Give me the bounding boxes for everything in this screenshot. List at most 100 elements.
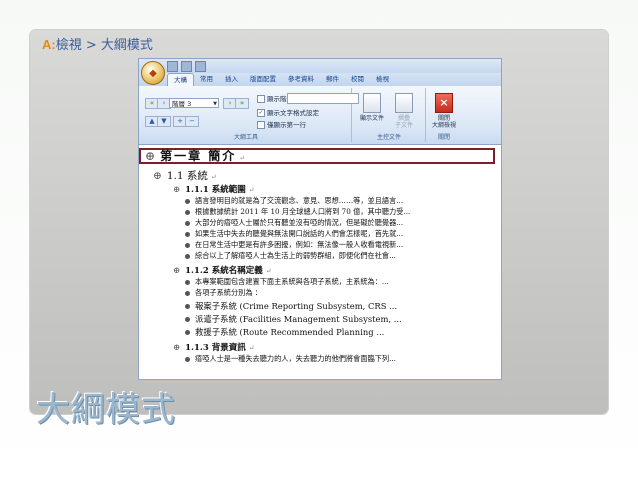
paragraph-mark-icon: ↵ <box>239 154 248 162</box>
bullet-icon <box>185 290 190 296</box>
section-heading[interactable]: ⊕ 1.1 系統 ↵ <box>153 168 217 183</box>
office-button[interactable]: ◆ <box>141 61 165 85</box>
move-down-button[interactable]: ▼ <box>157 116 171 127</box>
tab-review[interactable]: 校閱 <box>345 73 370 86</box>
tab-references[interactable]: 參考資料 <box>282 73 320 86</box>
collapse-label: 摺疊 <box>397 115 410 122</box>
plus-icon: + <box>177 117 183 125</box>
subsection-heading-text: 1.1.3 背景資訊 <box>185 343 246 353</box>
demote-to-body-button[interactable]: » <box>235 98 249 109</box>
tab-page-layout[interactable]: 版面配置 <box>244 73 282 86</box>
right-arrow-icon: › <box>228 99 232 107</box>
list-item[interactable]: 瘖啞人士是一種失去聽力的人，失去聽力的他們將會面臨下列... <box>185 354 396 364</box>
show-level-icon <box>257 95 265 103</box>
chevron-down-icon: ▼ <box>213 101 217 107</box>
list-item-text: 本專案範圍包含建置下面主系統與各項子系統，主系統為：... <box>195 277 389 286</box>
close-outline-view-button[interactable]: × 關閉 大綱檢視 <box>429 93 459 129</box>
list-item[interactable]: 本專案範圍包含建置下面主系統與各項子系統，主系統為：... <box>185 277 389 287</box>
list-item-text: 大部分的瘖啞人士屬於只有聽並沒有啞的情況，但是礙於聽覺器... <box>195 218 404 227</box>
close-label: 關閉 <box>437 115 450 122</box>
paragraph-mark-icon: ↵ <box>248 186 255 194</box>
list-item-text: 語言發明目的就是為了交流觀念、意見、思想……等，並且語言... <box>195 196 404 205</box>
list-item-text: 綜合以上了解瘖啞人士為生活上的弱勢群組，即便化們在社會... <box>195 251 396 260</box>
tab-view[interactable]: 檢視 <box>370 73 395 86</box>
tab-mailings[interactable]: 郵件 <box>320 73 345 86</box>
minus-icon: − <box>189 117 195 125</box>
list-item[interactable]: 派遣子系統 (Facilities Management Subsystem, … <box>185 313 402 325</box>
list-item[interactable]: 大部分的瘖啞人士屬於只有聽並沒有啞的情況，但是礙於聽覺器... <box>185 218 403 228</box>
outline-level-select[interactable]: 階層 3 ▼ <box>169 98 219 108</box>
tab-outline[interactable]: 大構 <box>167 73 194 87</box>
bullet-icon <box>185 209 190 215</box>
save-icon[interactable] <box>167 61 178 72</box>
outline-document[interactable]: ⊕ 第一章 簡介 ↵ ⊕ 1.1 系統 ↵ ⊕ 1.1.1 系統範圍 ↵ 語言發明目的就是為… <box>139 145 501 379</box>
collapse-button[interactable]: − <box>185 116 199 127</box>
list-item-text: 瘖啞人士是一種失去聽力的人，失去聽力的他們將會面臨下列... <box>195 354 396 363</box>
outline-tools-group: « ‹ 階層 3 ▼ › » ▲ ▼ + − 顯示階層: ✓顯示文字格式設定 <box>141 88 359 142</box>
bullet-icon <box>185 330 190 335</box>
expand-circle-icon: ⊕ <box>153 170 162 182</box>
show-document-button[interactable]: 顯示文件 <box>359 93 385 122</box>
bullet-icon <box>185 242 190 248</box>
redo-icon[interactable] <box>195 61 206 72</box>
bullet-icon <box>185 220 190 226</box>
tab-home[interactable]: 常用 <box>194 73 219 86</box>
list-item[interactable]: 根據數據統計 2011 年 10 月全球總人口將到 70 億，其中聽力受... <box>185 207 410 217</box>
bullet-icon <box>185 231 190 237</box>
subsection-heading-text: 1.1.1 系統範圍 <box>185 185 246 195</box>
list-item-text: 報案子系統 (Crime Reporting Subsystem, CRS ..… <box>195 301 398 311</box>
subsection-heading[interactable]: ⊕ 1.1.2 系統名稱定義 ↵ <box>173 264 272 276</box>
subsection-heading[interactable]: ⊕ 1.1.1 系統範圍 ↵ <box>173 183 255 195</box>
master-document-group: 顯示文件 摺疊 子文件 主控文件 <box>353 88 426 142</box>
bullet-icon <box>185 304 190 309</box>
show-level-select[interactable] <box>287 93 359 104</box>
outline-level-value: 階層 3 <box>172 100 192 108</box>
bullet-icon <box>185 356 190 362</box>
double-left-arrow-icon: « <box>149 99 155 107</box>
close-group-label: 關閉 <box>437 134 450 141</box>
list-item-text: 救援子系統 (Route Recommended Planning ... <box>195 327 385 337</box>
list-item[interactable]: 綜合以上了解瘖啞人士為生活上的弱勢群組，即便化們在社會... <box>185 251 396 261</box>
document-icon <box>363 93 381 113</box>
left-arrow-icon: ‹ <box>162 99 166 107</box>
chapter-heading[interactable]: ⊕ 第一章 簡介 ↵ <box>139 148 495 164</box>
collapse-subdocuments-button[interactable]: 摺疊 子文件 <box>391 93 417 129</box>
list-item-text: 在日常生活中更是有許多困擾，例如：無法像一般人收看電視新... <box>195 240 404 249</box>
subsection-heading[interactable]: ⊕ 1.1.3 背景資訊 ↵ <box>173 341 255 353</box>
breadcrumb-path: 檢視 > 大綱模式 <box>55 38 153 53</box>
bullet-icon <box>185 253 190 259</box>
close-group: × 關閉 大綱檢視 關閉 <box>427 88 461 142</box>
show-text-format-label: 顯示文字格式設定 <box>267 109 319 117</box>
up-arrow-icon: ▲ <box>149 117 155 125</box>
undo-icon[interactable] <box>181 61 192 72</box>
ribbon-tabs: 大構 常用 插入 版面配置 參考資料 郵件 校閱 檢視 <box>139 73 501 87</box>
list-item-text: 派遣子系統 (Facilities Management Subsystem, … <box>195 314 402 324</box>
expand-circle-icon: ⊕ <box>173 185 181 195</box>
list-item[interactable]: 救援子系統 (Route Recommended Planning ... <box>185 326 384 338</box>
list-item[interactable]: 各項子系統分別為 ： <box>185 288 262 298</box>
show-text-format-checkbox[interactable]: ✓ 顯示文字格式設定 <box>257 107 319 117</box>
list-item[interactable]: 在日常生活中更是有許多困擾，例如：無法像一般人收看電視新... <box>185 240 403 250</box>
bullet-icon <box>185 317 190 322</box>
expand-circle-icon: ⊕ <box>173 343 181 353</box>
master-document-group-label: 主控文件 <box>376 134 401 141</box>
show-document-label: 顯示文件 <box>359 115 384 122</box>
list-item[interactable]: 語言發明目的就是為了交流觀念、意見、思想……等，並且語言... <box>185 196 403 206</box>
list-item-text: 如果生活中失去的聽覺與無法開口說話的人們會怎樣呢，首先就... <box>195 229 404 238</box>
title-bar <box>139 59 501 73</box>
subdocument-icon <box>395 93 413 113</box>
list-item[interactable]: 如果生活中失去的聽覺與無法開口說話的人們會怎樣呢，首先就... <box>185 229 403 239</box>
tab-insert[interactable]: 插入 <box>219 73 244 86</box>
outline-tools-group-label: 大綱工具 <box>233 134 258 141</box>
subsection-heading-text: 1.1.2 系統名稱定義 <box>185 266 263 276</box>
list-item-text: 各項子系統分別為 ： <box>195 288 262 297</box>
expand-circle-icon: ⊕ <box>173 266 181 276</box>
paragraph-mark-icon: ↵ <box>265 267 272 275</box>
checkbox-icon <box>257 121 265 129</box>
chapter-heading-text: 第一章 簡介 <box>160 149 237 163</box>
breadcrumb: A:檢視 > 大綱模式 <box>42 34 153 53</box>
show-first-line-checkbox[interactable]: 僅顯示第一行 <box>257 119 306 129</box>
list-item[interactable]: 報案子系統 (Crime Reporting Subsystem, CRS ..… <box>185 300 397 312</box>
down-arrow-icon: ▼ <box>161 117 167 125</box>
double-right-arrow-icon: » <box>239 99 245 107</box>
